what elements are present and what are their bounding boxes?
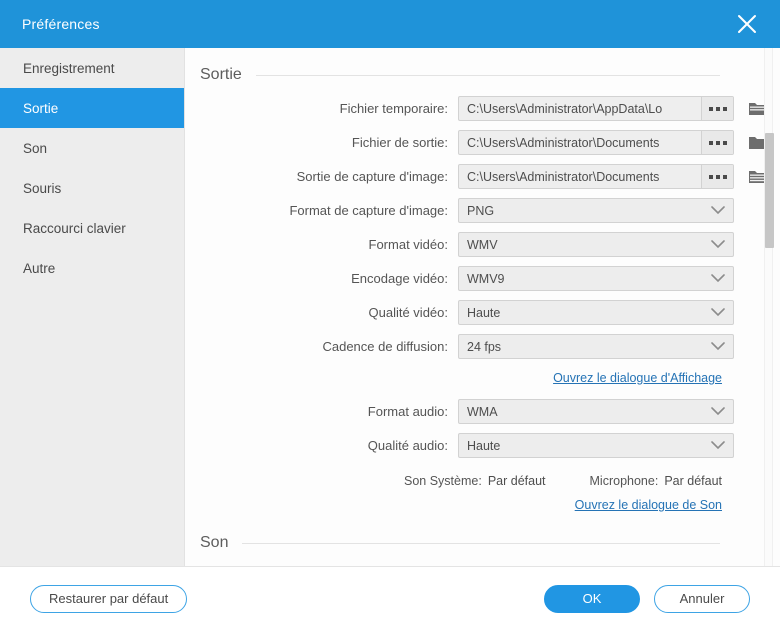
video-format-value: WMV [467, 238, 711, 252]
ok-label: OK [583, 591, 602, 606]
title-bar: Préférences [0, 0, 780, 48]
output-rows: Fichier temporaire: C:\Users\Administrat… [185, 94, 740, 512]
sidebar-item-label: Autre [23, 261, 55, 276]
video-quality-value: Haute [467, 306, 711, 320]
system-sound-value: Par défaut [488, 474, 546, 488]
video-quality-select[interactable]: Haute [458, 300, 734, 325]
preferences-dialog: Préférences Enregistrement Sortie Son So… [0, 0, 780, 630]
audio-quality-select[interactable]: Haute [458, 433, 734, 458]
row-format-video: Format vidéo: WMV [185, 230, 740, 259]
display-link-row: Ouvrez le dialogue d'Affichage [185, 371, 740, 385]
sound-link-row: Ouvrez le dialogue de Son [185, 498, 740, 512]
field-label: Fichier temporaire: [185, 101, 458, 116]
row-cadence-de-diffusion: Cadence de diffusion: 24 fps [185, 332, 740, 361]
row-qualite-audio: Qualité audio: Haute [185, 431, 740, 460]
dialog-footer: Restaurer par défaut OK Annuler [0, 567, 780, 630]
system-sound-label: Son Système: [404, 474, 482, 488]
sidebar-item-autre[interactable]: Autre [0, 248, 184, 288]
ellipsis-icon[interactable] [701, 165, 733, 188]
row-fichier-temporaire: Fichier temporaire: C:\Users\Administrat… [185, 94, 740, 123]
sidebar: Enregistrement Sortie Son Souris Raccour… [0, 48, 185, 566]
chevron-down-icon [711, 342, 725, 351]
microphone-value: Par défaut [664, 474, 722, 488]
close-icon[interactable] [730, 7, 764, 41]
section-title: Sortie [200, 66, 242, 84]
sidebar-item-sortie[interactable]: Sortie [0, 88, 184, 128]
row-son-systeme: Son Système: [185, 564, 740, 566]
output-file-field[interactable]: C:\Users\Administrator\Documents [458, 130, 734, 155]
chevron-down-icon [711, 206, 725, 215]
ok-button[interactable]: OK [544, 585, 640, 613]
row-qualite-video: Qualité vidéo: Haute [185, 298, 740, 327]
section-divider [242, 543, 720, 544]
cancel-label: Annuler [680, 591, 725, 606]
field-label: Qualité audio: [185, 438, 458, 453]
field-label: Encodage vidéo: [185, 271, 458, 286]
sidebar-item-label: Souris [23, 181, 61, 196]
sidebar-item-label: Sortie [23, 101, 58, 116]
content-scrollbar[interactable] [764, 48, 773, 566]
window-title: Préférences [22, 16, 100, 32]
sidebar-item-souris[interactable]: Souris [0, 168, 184, 208]
restore-defaults-label: Restaurer par défaut [49, 591, 168, 606]
video-encoder-value: WMV9 [467, 272, 711, 286]
row-format-audio: Format audio: WMA [185, 397, 740, 426]
scrollbar-thumb[interactable] [765, 133, 774, 248]
image-capture-output-field[interactable]: C:\Users\Administrator\Documents [458, 164, 734, 189]
image-format-select[interactable]: PNG [458, 198, 734, 223]
row-fichier-de-sortie: Fichier de sortie: C:\Users\Administrato… [185, 128, 740, 157]
field-label: Format vidéo: [185, 237, 458, 252]
open-display-dialog-link[interactable]: Ouvrez le dialogue d'Affichage [553, 371, 722, 385]
dialog-body: Enregistrement Sortie Son Souris Raccour… [0, 48, 780, 567]
sidebar-item-raccourci-clavier[interactable]: Raccourci clavier [0, 208, 184, 248]
sidebar-item-son[interactable]: Son [0, 128, 184, 168]
content-scroll: Sortie Fichier temporaire: C:\Users\Admi… [185, 48, 780, 566]
sidebar-item-label: Enregistrement [23, 61, 115, 76]
sidebar-item-enregistrement[interactable]: Enregistrement [0, 48, 184, 88]
sidebar-item-label: Son [23, 141, 47, 156]
footer-actions: OK Annuler [544, 585, 750, 613]
chevron-down-icon [711, 308, 725, 317]
chevron-down-icon [711, 441, 725, 450]
field-label: Cadence de diffusion: [185, 339, 458, 354]
sidebar-item-label: Raccourci clavier [23, 221, 126, 236]
field-label: Qualité vidéo: [185, 305, 458, 320]
section-divider [256, 75, 720, 76]
open-sound-dialog-link[interactable]: Ouvrez le dialogue de Son [575, 498, 722, 512]
image-capture-output-value: C:\Users\Administrator\Documents [459, 170, 701, 184]
video-encoder-select[interactable]: WMV9 [458, 266, 734, 291]
content-area: Sortie Fichier temporaire: C:\Users\Admi… [185, 48, 780, 566]
field-label: Format audio: [185, 404, 458, 419]
ellipsis-icon[interactable] [701, 97, 733, 120]
audio-format-select[interactable]: WMA [458, 399, 734, 424]
microphone-label: Microphone: [590, 474, 659, 488]
ellipsis-icon[interactable] [701, 131, 733, 154]
row-format-capture-image: Format de capture d'image: PNG [185, 196, 740, 225]
chevron-down-icon [711, 274, 725, 283]
restore-defaults-button[interactable]: Restaurer par défaut [30, 585, 187, 613]
temp-file-value: C:\Users\Administrator\AppData\Lo [459, 102, 701, 116]
field-label: Fichier de sortie: [185, 135, 458, 150]
audio-quality-value: Haute [467, 439, 711, 453]
section-header-son: Son [185, 534, 740, 552]
chevron-down-icon [711, 240, 725, 249]
section-header-sortie: Sortie [185, 66, 740, 84]
temp-file-field[interactable]: C:\Users\Administrator\AppData\Lo [458, 96, 734, 121]
image-format-value: PNG [467, 204, 711, 218]
row-sortie-capture-image: Sortie de capture d'image: C:\Users\Admi… [185, 162, 740, 191]
chevron-down-icon [711, 407, 725, 416]
section-title: Son [200, 534, 228, 552]
output-file-value: C:\Users\Administrator\Documents [459, 136, 701, 150]
cancel-button[interactable]: Annuler [654, 585, 750, 613]
field-label: Sortie de capture d'image: [185, 169, 458, 184]
devices-row: Son Système: Par défaut Microphone: Par … [185, 474, 740, 488]
frame-rate-select[interactable]: 24 fps [458, 334, 734, 359]
row-encodage-video: Encodage vidéo: WMV9 [185, 264, 740, 293]
video-format-select[interactable]: WMV [458, 232, 734, 257]
field-label: Format de capture d'image: [185, 203, 458, 218]
audio-format-value: WMA [467, 405, 711, 419]
frame-rate-value: 24 fps [467, 340, 711, 354]
